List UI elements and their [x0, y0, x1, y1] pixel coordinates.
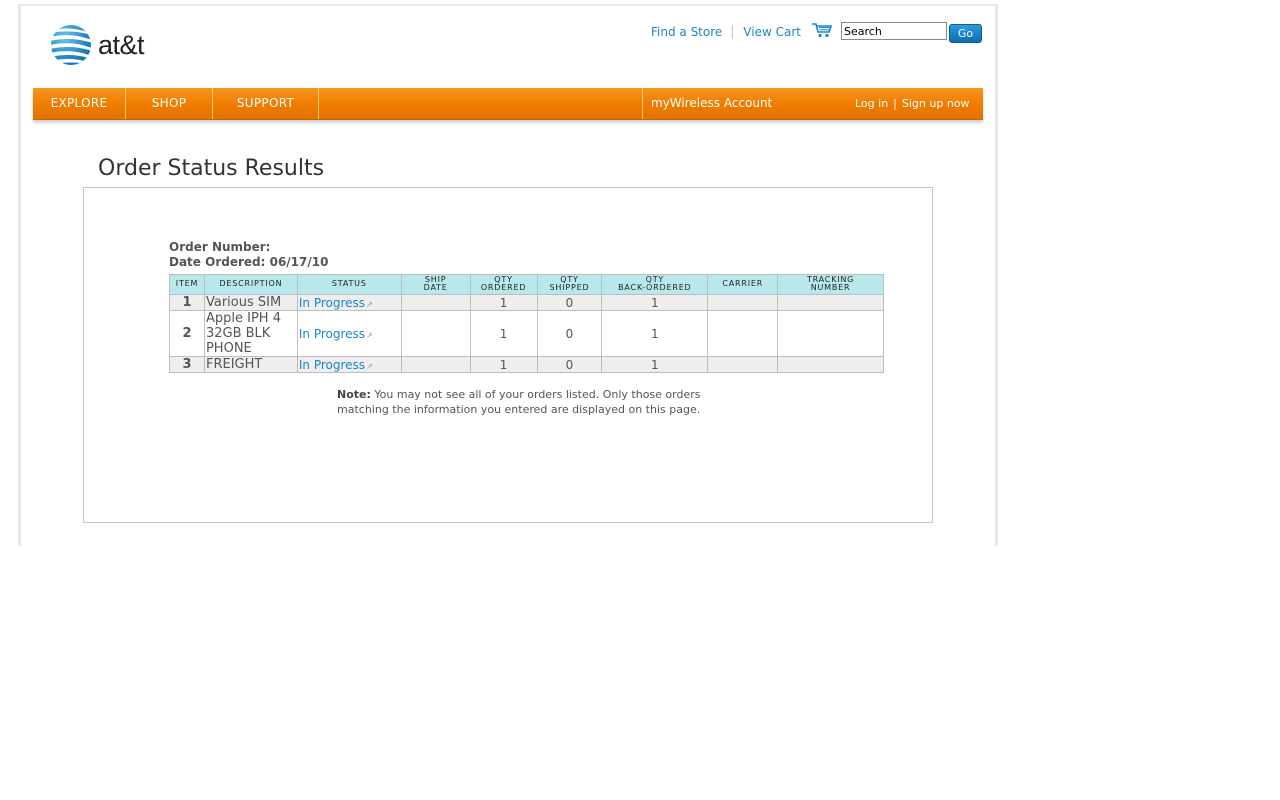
date-ordered-label: Date Ordered: [169, 255, 266, 269]
table-row: 3 FREIGHT In Progress↗ 1 0 1 [169, 356, 884, 373]
cell-tracking-number [777, 294, 884, 311]
search-go-button[interactable]: Go [949, 24, 982, 43]
cell-status: In Progress↗ [296, 356, 402, 373]
cell-qty-back-ordered: 1 [601, 294, 709, 311]
cell-item: 1 [169, 294, 205, 311]
order-results-panel: Order Number: Date Ordered: 06/17/10 ITE… [83, 187, 933, 523]
main-navbar: EXPLORE SHOP SUPPORT myWireless Account … [33, 88, 983, 120]
col-header-item: ITEM [169, 274, 205, 295]
col-header-description: DESCRIPTION [203, 274, 298, 295]
cell-tracking-number [777, 356, 884, 373]
status-link[interactable]: In Progress [299, 327, 365, 341]
table-row: 1 Various SIM In Progress↗ 1 0 1 [169, 294, 884, 311]
col-header-qty-shipped: QTY SHIPPED [536, 274, 603, 295]
external-link-icon: ↗ [366, 330, 373, 340]
date-ordered-value: 06/17/10 [269, 255, 329, 269]
col-header-carrier: CARRIER [707, 274, 779, 295]
cell-status: In Progress↗ [296, 310, 402, 357]
page-title: Order Status Results [98, 156, 325, 181]
nav-divider [318, 88, 319, 119]
utility-divider [732, 24, 734, 39]
col-header-status: STATUS [296, 274, 402, 295]
cell-item: 2 [169, 310, 205, 357]
cell-ship-date [400, 310, 471, 357]
cell-carrier [707, 294, 779, 311]
login-separator: | [893, 97, 897, 110]
view-cart-link[interactable]: View Cart [743, 25, 801, 39]
col-header-ship-date: SHIP DATE [400, 274, 471, 295]
note-text: You may not see all of your orders liste… [337, 388, 701, 416]
order-meta: Order Number: Date Ordered: 06/17/10 [169, 240, 328, 270]
cell-qty-shipped: 0 [536, 294, 603, 311]
att-logo[interactable]: at&t [49, 24, 145, 66]
cell-description: Apple IPH 4 32GB BLK PHONE [203, 310, 298, 357]
nav-divider [642, 88, 643, 119]
note-label: Note: [337, 388, 371, 401]
shopping-cart-icon[interactable] [811, 22, 833, 41]
external-link-icon: ↗ [366, 299, 373, 309]
cell-ship-date [400, 356, 471, 373]
order-number-label: Order Number: [169, 240, 271, 254]
nav-support[interactable]: SUPPORT [213, 88, 318, 119]
date-ordered-row: Date Ordered: 06/17/10 [169, 255, 328, 270]
cell-description: Various SIM [203, 294, 298, 311]
signup-link[interactable]: Sign up now [902, 88, 970, 119]
nav-explore[interactable]: EXPLORE [33, 88, 125, 119]
cell-status: In Progress↗ [296, 294, 402, 311]
cell-qty-ordered: 1 [469, 356, 538, 373]
col-header-qty-ordered: QTY ORDERED [469, 274, 538, 295]
order-items-table: ITEM DESCRIPTION STATUS SHIP DATE QTY ORDE… [169, 274, 884, 373]
login-links: Log in | Sign up now [855, 88, 970, 119]
utility-links: Find a Store View Cart [651, 22, 833, 41]
cell-tracking-number [777, 310, 884, 357]
external-link-icon: ↗ [366, 361, 373, 371]
cell-carrier [707, 356, 779, 373]
att-globe-icon [51, 25, 91, 65]
cell-item: 3 [169, 356, 205, 373]
find-store-link[interactable]: Find a Store [651, 25, 722, 39]
cell-carrier [707, 310, 779, 357]
table-row: 2 Apple IPH 4 32GB BLK PHONE In Progress… [169, 310, 884, 357]
cell-qty-shipped: 0 [536, 356, 603, 373]
orders-note: Note: You may not see all of your orders… [337, 387, 727, 417]
status-link[interactable]: In Progress [299, 358, 365, 372]
table-header-row: ITEM DESCRIPTION STATUS SHIP DATE QTY ORDE… [169, 274, 884, 295]
cell-qty-back-ordered: 1 [601, 356, 709, 373]
cell-ship-date [400, 294, 471, 311]
cell-description: FREIGHT [203, 356, 298, 373]
col-header-tracking-number: TRACKING NUMBER [777, 274, 884, 295]
search-input[interactable] [841, 22, 947, 40]
nav-shop[interactable]: SHOP [126, 88, 212, 119]
cell-qty-ordered: 1 [469, 294, 538, 311]
nav-mywireless-account[interactable]: myWireless Account [651, 88, 772, 119]
login-link[interactable]: Log in [855, 88, 888, 119]
status-link[interactable]: In Progress [299, 296, 365, 310]
page-frame: at&t Find a Store View Cart Go EXPLORE S… [18, 4, 998, 546]
brand-wordmark: at&t [98, 29, 145, 60]
cell-qty-shipped: 0 [536, 310, 603, 357]
cell-qty-ordered: 1 [469, 310, 538, 357]
cell-qty-back-ordered: 1 [601, 310, 709, 357]
col-header-qty-back-ordered: QTY BACK-ORDERED [601, 274, 709, 295]
